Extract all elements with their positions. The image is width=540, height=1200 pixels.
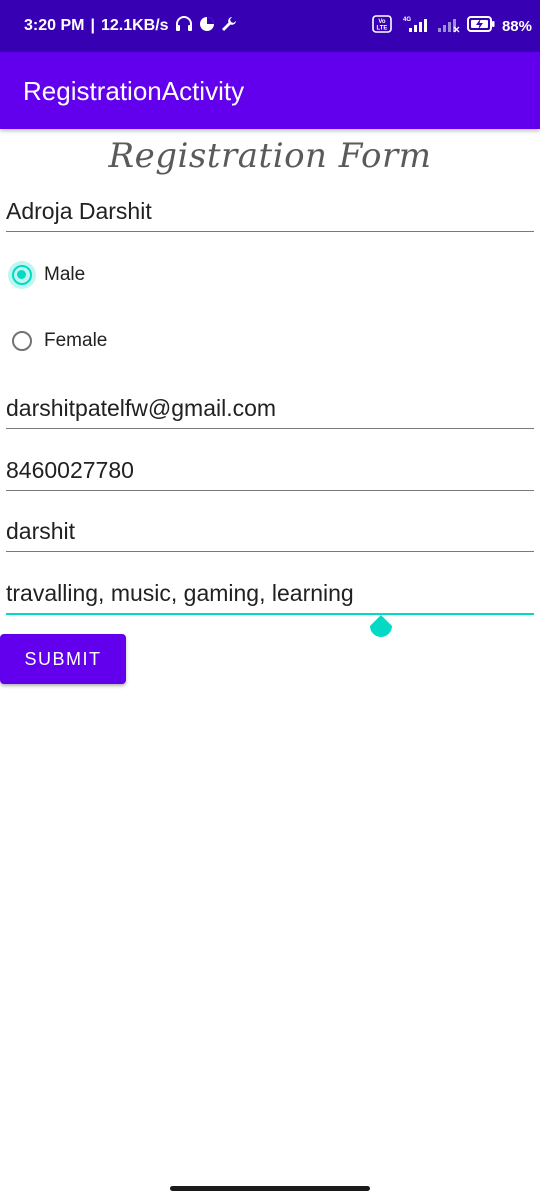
app-bar-title: RegistrationActivity — [23, 76, 245, 106]
email-field[interactable]: darshitpatelfw@gmail.com — [6, 382, 534, 429]
radio-female-label: Female — [44, 330, 108, 351]
email-field-value: darshitpatelfw@gmail.com — [6, 395, 277, 421]
status-right: Vo LTE 4G 88% — [372, 0, 532, 52]
submit-button[interactable]: SUBMIT — [0, 634, 126, 684]
status-left: 3:20 PM | 12.1KB/s — [24, 0, 237, 52]
data-saver-icon — [199, 16, 215, 37]
hobbies-field[interactable]: travalling, music, gaming, learning — [6, 567, 534, 615]
svg-text:4G: 4G — [403, 17, 411, 23]
network-speed: 12.1KB/s — [100, 17, 169, 34]
radio-male-halo — [8, 261, 36, 289]
password-field-value: darshit — [6, 518, 76, 544]
radio-male[interactable]: Male — [8, 255, 85, 295]
phone-field[interactable]: 8460027780 — [6, 444, 534, 491]
status-separator: | — [90, 17, 95, 34]
volte-icon: Vo LTE — [372, 15, 392, 37]
radio-male-label: Male — [44, 264, 86, 285]
battery-level: 88% — [501, 17, 532, 35]
wrench-icon — [221, 16, 237, 37]
svg-text:LTE: LTE — [377, 26, 388, 32]
password-field[interactable]: darshit — [6, 505, 534, 552]
text-cursor-handle[interactable] — [367, 614, 395, 644]
form-title: Registration Form — [108, 136, 432, 176]
radio-female-button[interactable] — [12, 331, 32, 351]
svg-text:Vo: Vo — [378, 19, 386, 25]
hobbies-field-value: travalling, music, gaming, learning — [6, 580, 354, 606]
signal-icon — [436, 15, 460, 37]
radio-male-button[interactable] — [12, 265, 32, 285]
name-field[interactable]: Adroja Darshit — [6, 185, 534, 232]
status-bar: 3:20 PM | 12.1KB/s Vo LTE 4G 88% — [0, 0, 540, 52]
signal-4g-icon: 4G — [399, 15, 429, 37]
status-time: 3:20 PM — [24, 17, 85, 34]
app-bar: RegistrationActivity — [0, 52, 540, 129]
phone-field-value: 8460027780 — [6, 457, 134, 483]
radio-female[interactable]: Female — [8, 321, 107, 361]
headset-icon — [175, 15, 193, 37]
home-indicator[interactable] — [170, 1186, 370, 1191]
name-field-value: Adroja Darshit — [6, 198, 152, 224]
battery-charging-icon — [466, 15, 495, 37]
radio-female-halo — [8, 327, 36, 355]
